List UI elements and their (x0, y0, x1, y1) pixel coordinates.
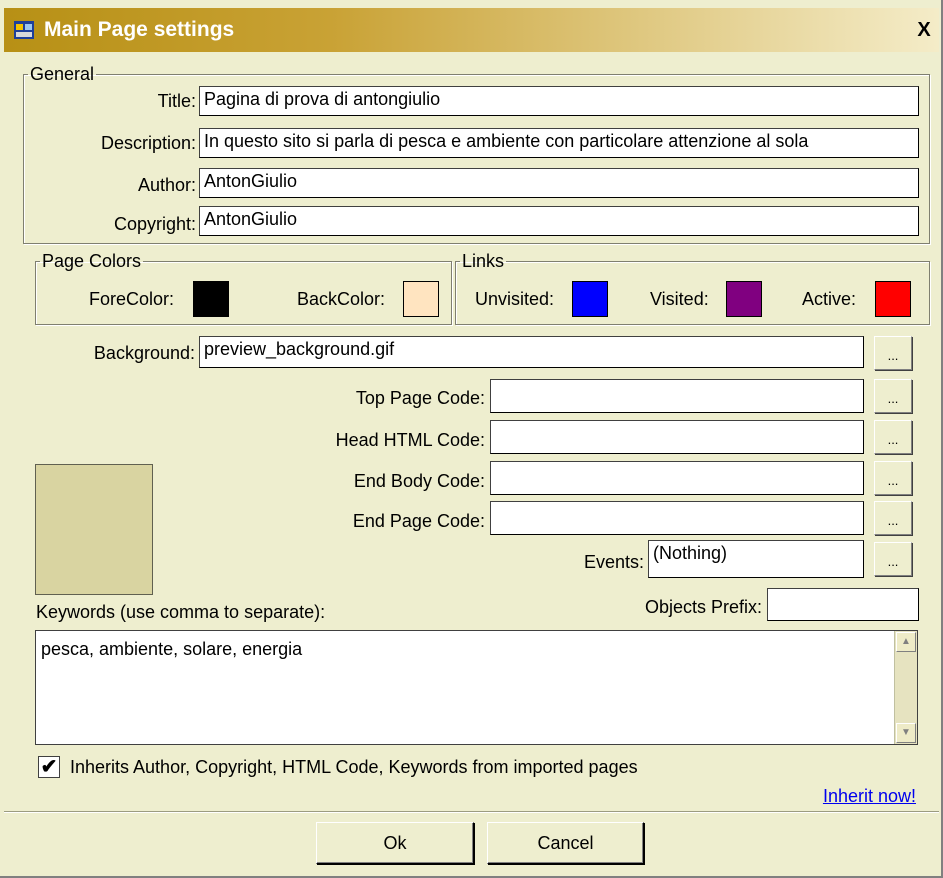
copyright-label: Copyright: (113, 214, 196, 234)
close-icon[interactable]: X (912, 19, 936, 41)
end-page-code-label: End Page Code: (352, 511, 485, 531)
events-browse-button[interactable]: ... (874, 542, 912, 576)
scroll-up-icon[interactable]: ▲ (896, 632, 916, 652)
author-field[interactable]: AntonGiulio (199, 168, 919, 198)
inherit-now-link[interactable]: Inherit now! (823, 786, 916, 807)
end-body-code-field[interactable] (490, 461, 864, 495)
end-body-code-label: End Body Code: (353, 471, 485, 491)
background-preview (35, 464, 153, 595)
backcolor-swatch[interactable] (403, 281, 439, 317)
window-title: Main Page settings (44, 18, 235, 41)
head-html-code-label: Head HTML Code: (335, 430, 485, 450)
events-label: Events: (583, 552, 644, 572)
title-label: Title: (157, 91, 196, 111)
author-label: Author: (137, 175, 196, 195)
keywords-textarea[interactable]: pesca, ambiente, solare, energia ▲ ▼ (35, 630, 918, 745)
separator (4, 811, 939, 813)
objects-prefix-label: Objects Prefix: (644, 597, 762, 617)
end-body-code-browse-button[interactable]: ... (874, 461, 912, 495)
events-field[interactable]: (Nothing) (648, 540, 864, 578)
top-page-code-label: Top Page Code: (355, 388, 485, 408)
background-browse-button[interactable]: ... (874, 336, 912, 370)
objects-prefix-field[interactable] (767, 588, 919, 621)
unvisited-label: Unvisited: (475, 289, 555, 309)
visited-label: Visited: (650, 289, 709, 309)
ok-button[interactable]: Ok (316, 822, 474, 864)
page-colors-legend: Page Colors (42, 251, 142, 271)
general-legend: General (30, 64, 95, 84)
keywords-label: Keywords (use comma to separate): (36, 602, 326, 622)
head-html-code-field[interactable] (490, 420, 864, 454)
active-label: Active: (802, 289, 857, 309)
forecolor-swatch[interactable] (193, 281, 229, 317)
checkmark-icon: ✔ (40, 756, 58, 778)
links-legend: Links (462, 251, 505, 271)
scroll-down-icon[interactable]: ▼ (896, 723, 916, 743)
inherit-checkbox[interactable]: ✔ (38, 756, 60, 778)
top-page-code-field[interactable] (490, 379, 864, 413)
end-page-code-field[interactable] (490, 501, 864, 535)
main-page-settings-dialog: Main Page settings X General Title: Pagi… (0, 0, 943, 878)
links-group: Links (455, 251, 930, 325)
app-icon (14, 21, 34, 39)
inherit-label: Inherits Author, Copyright, HTML Code, K… (70, 757, 638, 777)
copyright-field[interactable]: AntonGiulio (199, 206, 919, 236)
background-field[interactable]: preview_background.gif (199, 336, 864, 368)
top-page-code-browse-button[interactable]: ... (874, 379, 912, 413)
description-label: Description: (100, 133, 196, 153)
unvisited-swatch[interactable] (572, 281, 608, 317)
keywords-text: pesca, ambiente, solare, energia (41, 639, 303, 659)
keywords-scrollbar[interactable]: ▲ ▼ (894, 631, 917, 744)
backcolor-label: BackColor: (297, 289, 386, 309)
active-swatch[interactable] (875, 281, 911, 317)
description-field[interactable]: In questo sito si parla di pesca e ambie… (199, 128, 919, 158)
forecolor-label: ForeColor: (89, 289, 175, 309)
page-colors-group: Page Colors (35, 251, 452, 325)
title-bar[interactable]: Main Page settings X (4, 8, 939, 52)
visited-swatch[interactable] (726, 281, 762, 317)
end-page-code-browse-button[interactable]: ... (874, 501, 912, 535)
title-field[interactable]: Pagina di prova di antongiulio (199, 86, 919, 116)
head-html-code-browse-button[interactable]: ... (874, 420, 912, 454)
background-label: Background: (93, 343, 195, 363)
cancel-button[interactable]: Cancel (487, 822, 644, 864)
